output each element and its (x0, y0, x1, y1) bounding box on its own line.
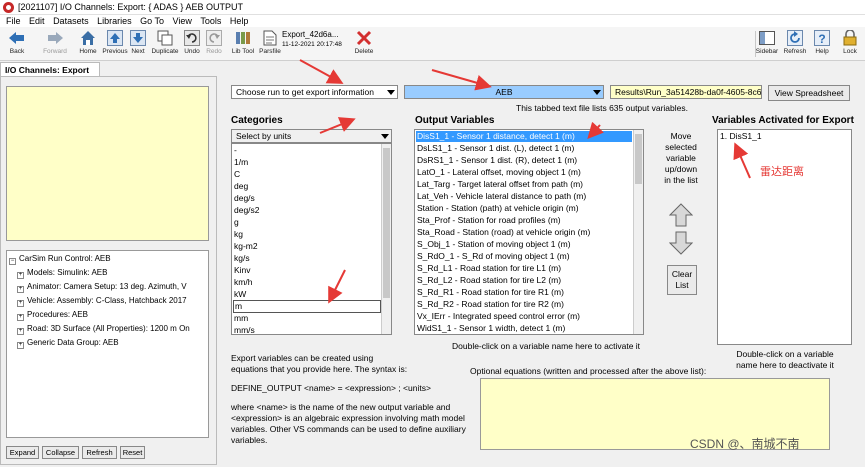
arrow-to-run-value (431, 69, 492, 91)
arrow-to-unit-m (328, 269, 346, 304)
arrow-to-output-variable (587, 121, 604, 139)
arrow-to-run-dropdown (299, 59, 344, 84)
arrow-to-categories (319, 117, 356, 134)
annotation-arrows (299, 59, 751, 304)
arrow-to-activated (733, 142, 751, 179)
